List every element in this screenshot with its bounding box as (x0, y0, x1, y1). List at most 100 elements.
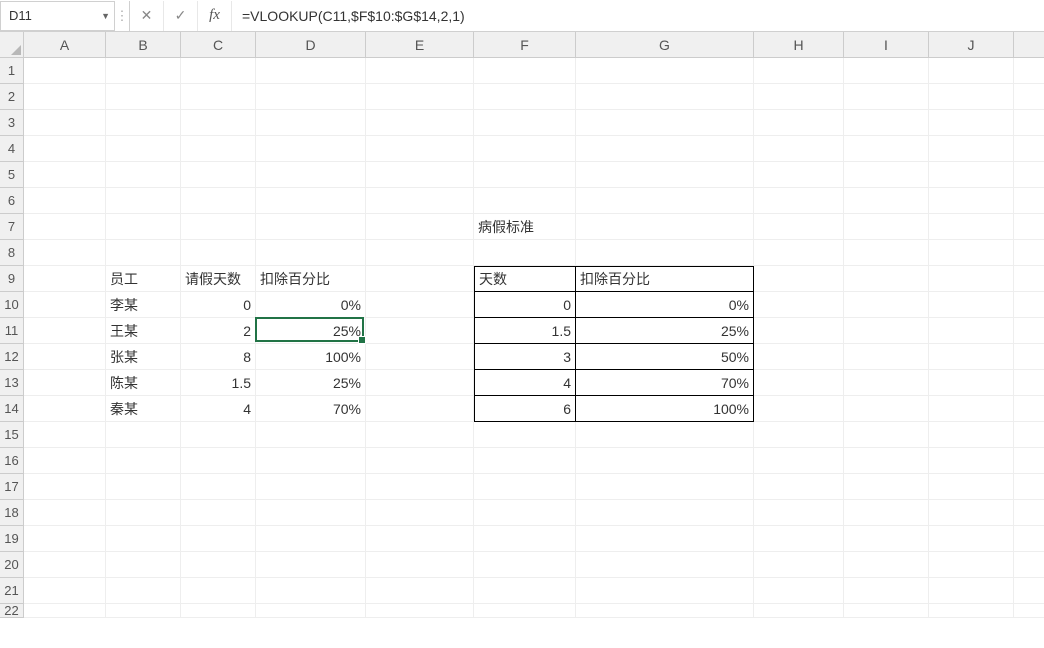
cell-H9[interactable] (754, 266, 844, 292)
cell-E22[interactable] (366, 604, 474, 618)
cell-D22[interactable] (256, 604, 366, 618)
cell-B16[interactable] (106, 448, 181, 474)
cell-H21[interactable] (754, 578, 844, 604)
cell-D8[interactable] (256, 240, 366, 266)
cell-B20[interactable] (106, 552, 181, 578)
row-header-12[interactable]: 12 (0, 344, 24, 370)
cell-B10[interactable]: 李某 (106, 292, 181, 318)
cell-G4[interactable] (576, 136, 754, 162)
cell-E12[interactable] (366, 344, 474, 370)
cell-D17[interactable] (256, 474, 366, 500)
cell-G19[interactable] (576, 526, 754, 552)
cell-B18[interactable] (106, 500, 181, 526)
formula-input[interactable] (232, 1, 1044, 31)
cell-A12[interactable] (24, 344, 106, 370)
cell-G12[interactable]: 50% (576, 344, 754, 370)
column-header-G[interactable]: G (576, 32, 754, 58)
cell-I11[interactable] (844, 318, 929, 344)
cell-G10[interactable]: 0% (576, 292, 754, 318)
cell-A2[interactable] (24, 84, 106, 110)
cell-C20[interactable] (181, 552, 256, 578)
cell-E11[interactable] (366, 318, 474, 344)
row-header-4[interactable]: 4 (0, 136, 24, 162)
cell-H22[interactable] (754, 604, 844, 618)
column-header-E[interactable]: E (366, 32, 474, 58)
cell-D1[interactable] (256, 58, 366, 84)
cell-A13[interactable] (24, 370, 106, 396)
cell-I9[interactable] (844, 266, 929, 292)
cell-J8[interactable] (929, 240, 1014, 266)
cell-G16[interactable] (576, 448, 754, 474)
column-header-D[interactable]: D (256, 32, 366, 58)
cell-C16[interactable] (181, 448, 256, 474)
cell-E4[interactable] (366, 136, 474, 162)
cell-A16[interactable] (24, 448, 106, 474)
cell-A17[interactable] (24, 474, 106, 500)
cell-I4[interactable] (844, 136, 929, 162)
cell-F20[interactable] (474, 552, 576, 578)
cell-I16[interactable] (844, 448, 929, 474)
cell-I6[interactable] (844, 188, 929, 214)
cell-F2[interactable] (474, 84, 576, 110)
cell-J20[interactable] (929, 552, 1014, 578)
cell-D21[interactable] (256, 578, 366, 604)
row-header-2[interactable]: 2 (0, 84, 24, 110)
row-header-22[interactable]: 22 (0, 604, 24, 618)
row-header-21[interactable]: 21 (0, 578, 24, 604)
cell-H17[interactable] (754, 474, 844, 500)
cell-I17[interactable] (844, 474, 929, 500)
cell-B12[interactable]: 张某 (106, 344, 181, 370)
cell-A21[interactable] (24, 578, 106, 604)
check-icon[interactable]: ✓ (164, 1, 198, 31)
cell-F16[interactable] (474, 448, 576, 474)
column-header-F[interactable]: F (474, 32, 576, 58)
row-header-7[interactable]: 7 (0, 214, 24, 240)
cell-A7[interactable] (24, 214, 106, 240)
cell-C10[interactable]: 0 (181, 292, 256, 318)
cell-J5[interactable] (929, 162, 1014, 188)
cell-K22[interactable] (1014, 604, 1044, 618)
cell-A9[interactable] (24, 266, 106, 292)
cell-J6[interactable] (929, 188, 1014, 214)
cell-I12[interactable] (844, 344, 929, 370)
cell-B8[interactable] (106, 240, 181, 266)
cell-A4[interactable] (24, 136, 106, 162)
column-header-C[interactable]: C (181, 32, 256, 58)
cell-I18[interactable] (844, 500, 929, 526)
row-header-15[interactable]: 15 (0, 422, 24, 448)
cell-E14[interactable] (366, 396, 474, 422)
cell-C7[interactable] (181, 214, 256, 240)
cell-J3[interactable] (929, 110, 1014, 136)
cell-C3[interactable] (181, 110, 256, 136)
cell-B2[interactable] (106, 84, 181, 110)
cell-A1[interactable] (24, 58, 106, 84)
cell-G21[interactable] (576, 578, 754, 604)
cell-K12[interactable] (1014, 344, 1044, 370)
cell-G9[interactable]: 扣除百分比 (576, 266, 754, 292)
cell-B7[interactable] (106, 214, 181, 240)
cell-K5[interactable] (1014, 162, 1044, 188)
cell-J17[interactable] (929, 474, 1014, 500)
cell-F7[interactable]: 病假标准 (474, 214, 576, 240)
cell-B11[interactable]: 王某 (106, 318, 181, 344)
cell-C8[interactable] (181, 240, 256, 266)
cell-F11[interactable]: 1.5 (474, 318, 576, 344)
cell-B22[interactable] (106, 604, 181, 618)
cell-I14[interactable] (844, 396, 929, 422)
cell-C1[interactable] (181, 58, 256, 84)
row-header-17[interactable]: 17 (0, 474, 24, 500)
row-header-9[interactable]: 9 (0, 266, 24, 292)
cell-E2[interactable] (366, 84, 474, 110)
cell-I1[interactable] (844, 58, 929, 84)
cell-G7[interactable] (576, 214, 754, 240)
cell-I21[interactable] (844, 578, 929, 604)
cell-C19[interactable] (181, 526, 256, 552)
cell-K16[interactable] (1014, 448, 1044, 474)
cell-D2[interactable] (256, 84, 366, 110)
cell-G5[interactable] (576, 162, 754, 188)
name-box[interactable]: D11 ▼ (0, 1, 115, 31)
cell-G13[interactable]: 70% (576, 370, 754, 396)
cell-C5[interactable] (181, 162, 256, 188)
cell-H19[interactable] (754, 526, 844, 552)
cell-F5[interactable] (474, 162, 576, 188)
